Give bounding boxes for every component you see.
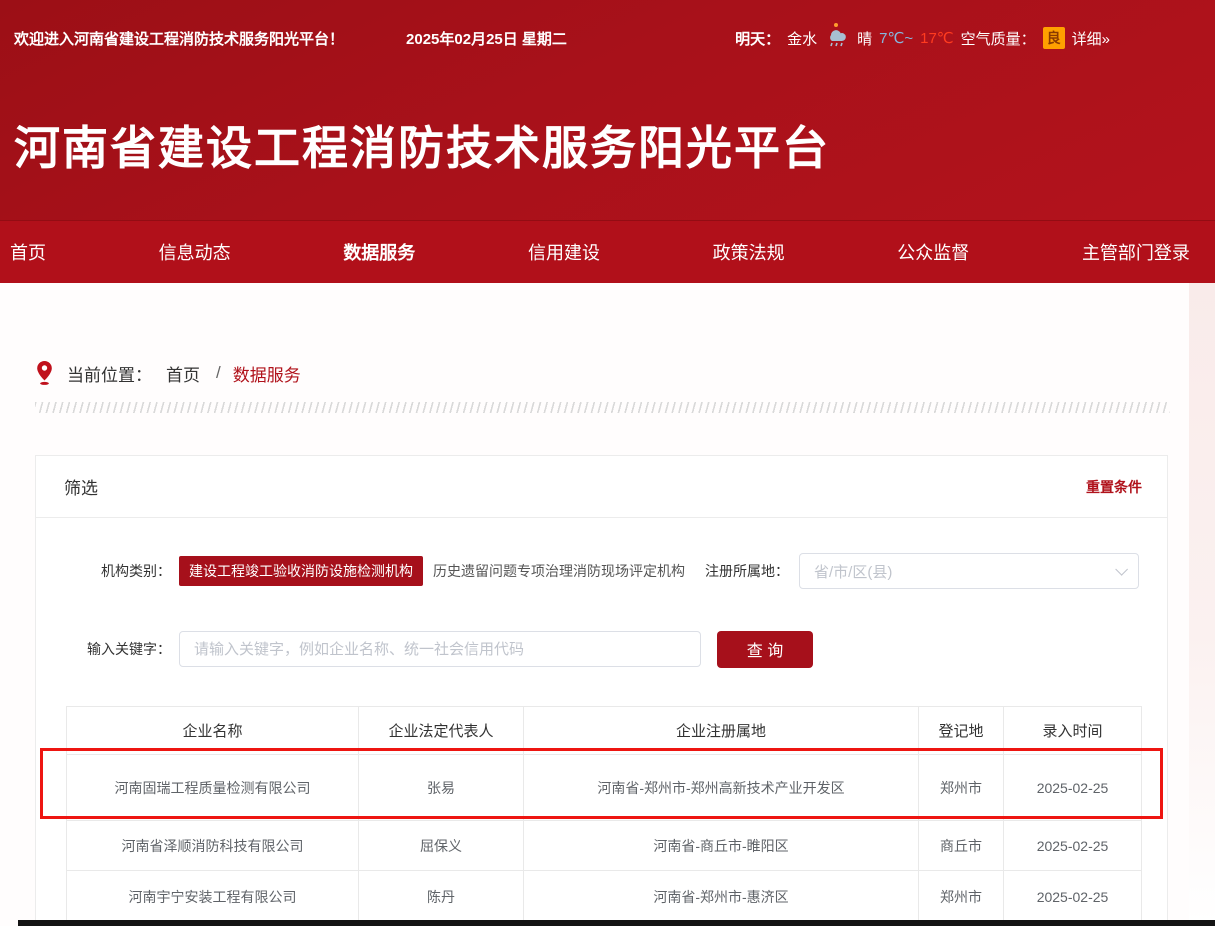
cell-legal-rep: 陈丹 bbox=[359, 871, 524, 923]
cloud-icon bbox=[824, 29, 850, 47]
category-label: 机构类别： bbox=[64, 561, 171, 581]
cell-registered-location: 河南省-商丘市-睢阳区 bbox=[524, 821, 919, 871]
category-filter-row: 机构类别： 建设工程竣工验收消防设施检测机构 历史遗留问题专项治理消防现场评定机… bbox=[36, 553, 1167, 589]
nav-item-credit[interactable]: 信用建设 bbox=[528, 239, 600, 265]
temp-low: 7℃~ bbox=[879, 29, 913, 47]
breadcrumb-current[interactable]: 数据服务 bbox=[233, 361, 301, 386]
cell-company: 河南宇宁安装工程有限公司 bbox=[67, 871, 359, 923]
cell-registry-city: 郑州市 bbox=[919, 871, 1004, 923]
cell-company: 河南固瑞工程质量检测有限公司 bbox=[67, 755, 359, 821]
col-header-entry-date: 录入时间 bbox=[1004, 707, 1142, 755]
nav-item-admin-login[interactable]: 主管部门登录 bbox=[1082, 239, 1190, 265]
welcome-text: 欢迎进入河南省建设工程消防技术服务阳光平台！ bbox=[14, 28, 344, 49]
top-info-bar: 欢迎进入河南省建设工程消防技术服务阳光平台！ 2025年02月25日 星期二 明… bbox=[0, 0, 1215, 49]
site-title: 河南省建设工程消防技术服务阳光平台 bbox=[14, 112, 830, 178]
cell-registered-location: 河南省-郑州市-郑州高新技术产业开发区 bbox=[524, 755, 919, 821]
region-label: 注册所属地： bbox=[705, 561, 789, 581]
region-select-placeholder: 省/市/区(县) bbox=[814, 561, 892, 582]
category-tab-selected[interactable]: 建设工程竣工验收消防设施检测机构 bbox=[179, 556, 423, 586]
nav-item-data-service[interactable]: 数据服务 bbox=[343, 239, 415, 265]
weather-tomorrow-label: 明天： bbox=[735, 28, 780, 49]
breadcrumb: 当前位置： 首页 / 数据服务 bbox=[36, 360, 301, 386]
hatch-divider bbox=[35, 402, 1170, 413]
table-row[interactable]: 河南省泽顺消防科技有限公司 屈保义 河南省-商丘市-睢阳区 商丘市 2025-0… bbox=[67, 821, 1142, 871]
nav-item-news[interactable]: 信息动态 bbox=[159, 239, 231, 265]
date-text: 2025年02月25日 星期二 bbox=[406, 28, 567, 49]
filter-panel-header: 筛选 重置条件 bbox=[36, 456, 1167, 518]
weather-district: 金水 bbox=[787, 28, 817, 49]
temp-high: 17℃ bbox=[920, 29, 954, 47]
weather-widget: 明天： 金水 晴 7℃~ 17℃ 空气质量： 良 详细» bbox=[735, 27, 1110, 49]
breadcrumb-home[interactable]: 首页 bbox=[166, 361, 200, 386]
cell-legal-rep: 张易 bbox=[359, 755, 524, 821]
weather-condition: 晴 bbox=[857, 28, 872, 49]
reset-filters-link[interactable]: 重置条件 bbox=[1086, 477, 1142, 497]
keyword-label: 输入关键字： bbox=[64, 639, 171, 659]
region-select[interactable]: 省/市/区(县) bbox=[799, 553, 1139, 589]
col-header-company: 企业名称 bbox=[67, 707, 359, 755]
nav-item-policy[interactable]: 政策法规 bbox=[713, 239, 785, 265]
main-nav: 首页 信息动态 数据服务 信用建设 政策法规 公众监督 主管部门登录 bbox=[0, 220, 1215, 283]
keyword-input[interactable] bbox=[179, 631, 701, 667]
cell-registered-location: 河南省-郑州市-惠济区 bbox=[524, 871, 919, 923]
page-header: 欢迎进入河南省建设工程消防技术服务阳光平台！ 2025年02月25日 星期二 明… bbox=[0, 0, 1215, 220]
chevron-down-icon bbox=[1115, 563, 1128, 576]
aqi-label: 空气质量： bbox=[961, 28, 1036, 49]
table-row[interactable]: 河南固瑞工程质量检测有限公司 张易 河南省-郑州市-郑州高新技术产业开发区 郑州… bbox=[67, 755, 1142, 821]
cell-entry-date: 2025-02-25 bbox=[1004, 871, 1142, 923]
cell-entry-date: 2025-02-25 bbox=[1004, 755, 1142, 821]
nav-item-supervision[interactable]: 公众监督 bbox=[897, 239, 969, 265]
cell-legal-rep: 屈保义 bbox=[359, 821, 524, 871]
col-header-registry-city: 登记地 bbox=[919, 707, 1004, 755]
location-pin-icon bbox=[36, 360, 53, 386]
search-button[interactable]: 查 询 bbox=[717, 631, 813, 668]
aqi-badge: 良 bbox=[1043, 27, 1065, 49]
nav-item-home[interactable]: 首页 bbox=[10, 239, 46, 265]
breadcrumb-separator: / bbox=[216, 363, 221, 383]
breadcrumb-label: 当前位置： bbox=[67, 361, 152, 386]
right-edge-decoration bbox=[1189, 283, 1215, 923]
filter-title: 筛选 bbox=[64, 474, 98, 499]
results-table: 企业名称 企业法定代表人 企业注册属地 登记地 录入时间 河南固瑞工程质量检测有… bbox=[66, 706, 1142, 923]
cell-registry-city: 郑州市 bbox=[919, 755, 1004, 821]
col-header-registered-location: 企业注册属地 bbox=[524, 707, 919, 755]
table-header-row: 企业名称 企业法定代表人 企业注册属地 登记地 录入时间 bbox=[67, 707, 1142, 755]
cell-company: 河南省泽顺消防科技有限公司 bbox=[67, 821, 359, 871]
col-header-legal-rep: 企业法定代表人 bbox=[359, 707, 524, 755]
category-tab-unselected[interactable]: 历史遗留问题专项治理消防现场评定机构 bbox=[433, 561, 685, 581]
weather-detail-link[interactable]: 详细» bbox=[1072, 28, 1110, 49]
table-row[interactable]: 河南宇宁安装工程有限公司 陈丹 河南省-郑州市-惠济区 郑州市 2025-02-… bbox=[67, 871, 1142, 923]
filter-panel: 筛选 重置条件 机构类别： 建设工程竣工验收消防设施检测机构 历史遗留问题专项治… bbox=[35, 455, 1168, 926]
region-filter-group: 注册所属地： 省/市/区(县) bbox=[705, 553, 1167, 589]
footer-edge bbox=[18, 920, 1215, 926]
cell-registry-city: 商丘市 bbox=[919, 821, 1004, 871]
cell-entry-date: 2025-02-25 bbox=[1004, 821, 1142, 871]
keyword-filter-row: 输入关键字： 查 询 bbox=[36, 631, 1167, 667]
